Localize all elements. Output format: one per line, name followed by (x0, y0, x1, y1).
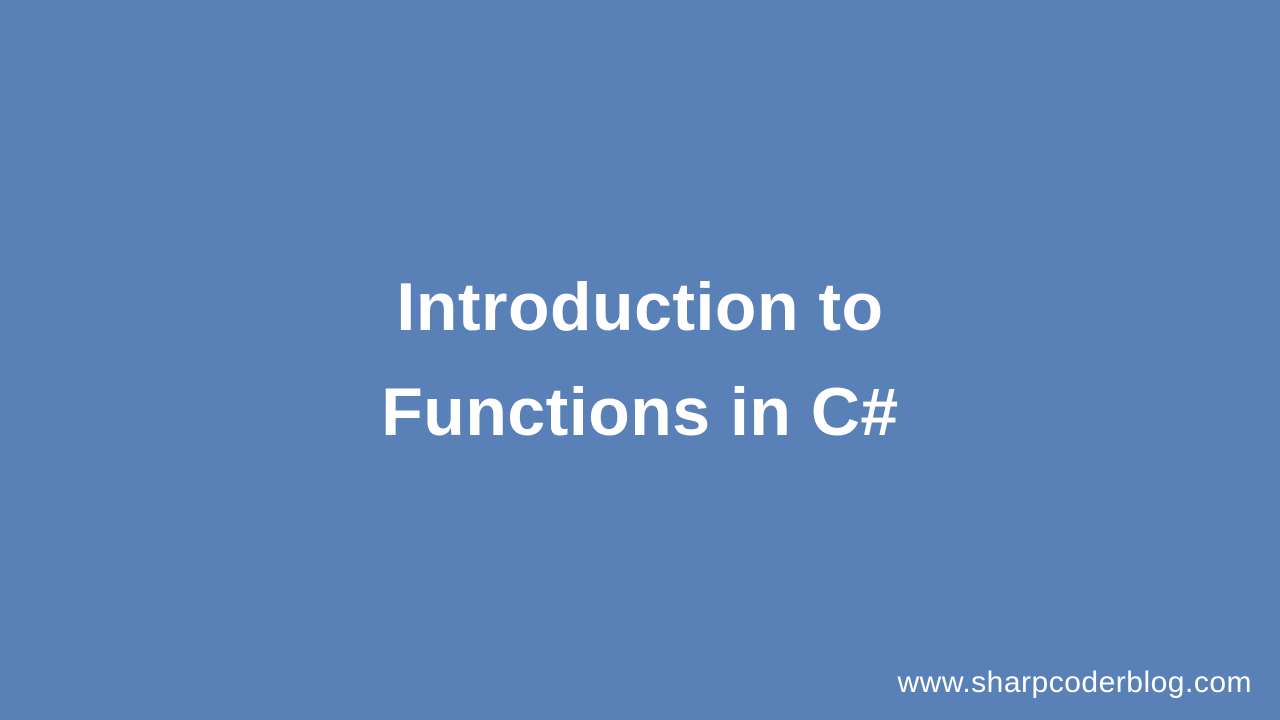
slide-title: Introduction to Functions in C# (381, 255, 899, 466)
watermark-url: www.sharpcoderblog.com (898, 666, 1253, 700)
slide-container: Introduction to Functions in C# www.shar… (0, 0, 1280, 720)
title-line-2: Functions in C# (381, 374, 899, 450)
title-line-1: Introduction to (396, 269, 883, 345)
